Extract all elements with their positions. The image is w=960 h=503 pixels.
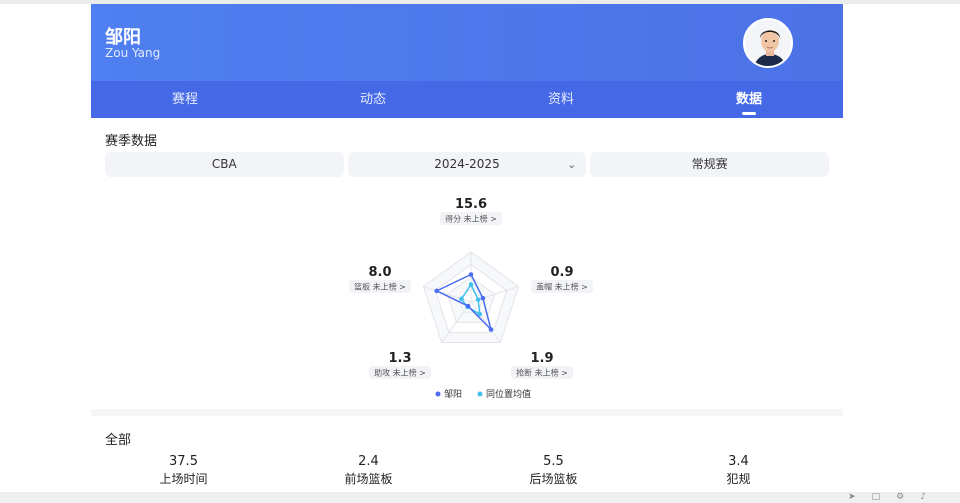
legend-average-label: 同位置均值 (486, 388, 531, 400)
radar-value-label: 8.0 (368, 265, 391, 280)
legend-average-dot (477, 391, 483, 397)
league-select[interactable]: CBA (105, 152, 344, 177)
player-photo-icon (745, 20, 791, 66)
stat-value: 37.5 (169, 454, 198, 469)
season-filters: CBA 2024-2025 ⌄ 常规赛 (105, 152, 830, 177)
game-type-select[interactable]: 常规赛 (590, 152, 830, 177)
radar-axis-label: 助攻 未上榜 > (374, 368, 426, 378)
volume-icon[interactable]: ♪ (920, 492, 942, 502)
player-series-point (480, 295, 486, 301)
stat-value: 2.4 (358, 454, 379, 469)
tab-bar: 赛程 动态 资料 数据 (91, 81, 843, 118)
radar-axis-label: 篮板 未上榜 > (354, 282, 406, 292)
radar-axis-label: 抢断 未上榜 > (516, 368, 568, 378)
radar-value-label: 1.3 (388, 351, 411, 366)
player-series-point (465, 303, 471, 309)
stat-defensive-rebounds: 5.5 后场篮板 (461, 454, 646, 487)
average-series-point (468, 282, 474, 287)
settings-icon[interactable]: ⚙ (896, 492, 920, 502)
stat-value: 5.5 (543, 454, 564, 469)
player-series-point (488, 327, 494, 332)
legend-player-label: 邹阳 (444, 388, 462, 400)
player-name-en: Zou Yang (105, 46, 161, 60)
player-header: 邹阳 Zou Yang 赛程 动态 资料 数据 (91, 4, 843, 118)
stat-minutes: 37.5 上场时间 (91, 454, 276, 487)
bottom-toolbar: ➤□⚙♪ (0, 492, 960, 503)
radar-chart: 15.6 得分 未上榜 > 0.9 盖帽 未上榜 > 1.9 抢断 未上榜 > 1.3 助攻 … (349, 197, 593, 400)
avatar[interactable] (743, 18, 793, 68)
stat-label: 犯规 (726, 472, 751, 486)
average-series-point (459, 296, 464, 302)
tab-schedule[interactable]: 赛程 (91, 81, 279, 118)
section-divider (91, 409, 843, 416)
player-panel: 邹阳 Zou Yang 赛程 动态 资料 数据 赛季数据 CBA 2024-20… (91, 4, 843, 492)
radar-axis-label: 得分 未上榜 > (445, 214, 497, 224)
share-icon[interactable]: ➤ (848, 492, 872, 502)
season-select[interactable]: 2024-2025 ⌄ (347, 152, 587, 177)
tab-stats[interactable]: 数据 (655, 81, 843, 118)
tab-news[interactable]: 动态 (279, 81, 467, 118)
radar-value-label: 15.6 (455, 197, 487, 212)
chevron-down-icon: ⌄ (567, 158, 577, 171)
game-type-select-value: 常规赛 (691, 157, 728, 171)
all-stats-title: 全部 (105, 433, 132, 448)
toolbar-icons: ➤□⚙♪ (848, 492, 942, 503)
average-series-point (475, 297, 481, 302)
stat-label: 后场篮板 (529, 472, 578, 486)
stat-fouls: 3.4 犯规 (646, 454, 831, 487)
stat-label: 上场时间 (159, 472, 208, 486)
season-select-value: 2024-2025 (434, 157, 500, 171)
league-select-value: CBA (211, 157, 237, 171)
stat-offensive-rebounds: 2.4 前场篮板 (276, 454, 461, 487)
stat-value: 3.4 (728, 454, 749, 469)
stat-label: 前场篮板 (344, 472, 393, 486)
all-stats-row: 37.5 上场时间 2.4 前场篮板 5.5 后场篮板 3.4 犯规 (91, 454, 843, 487)
legend-player-dot (435, 391, 441, 397)
radar-axis-label: 盖帽 未上榜 > (536, 282, 588, 292)
season-stats-title: 赛季数据 (105, 134, 158, 149)
tab-profile[interactable]: 资料 (467, 81, 655, 118)
comment-icon[interactable]: □ (872, 492, 897, 502)
radar-value-label: 1.9 (530, 351, 553, 366)
player-series-point (468, 272, 474, 277)
player-series-point (434, 288, 440, 294)
radar-value-label: 0.9 (550, 265, 573, 280)
